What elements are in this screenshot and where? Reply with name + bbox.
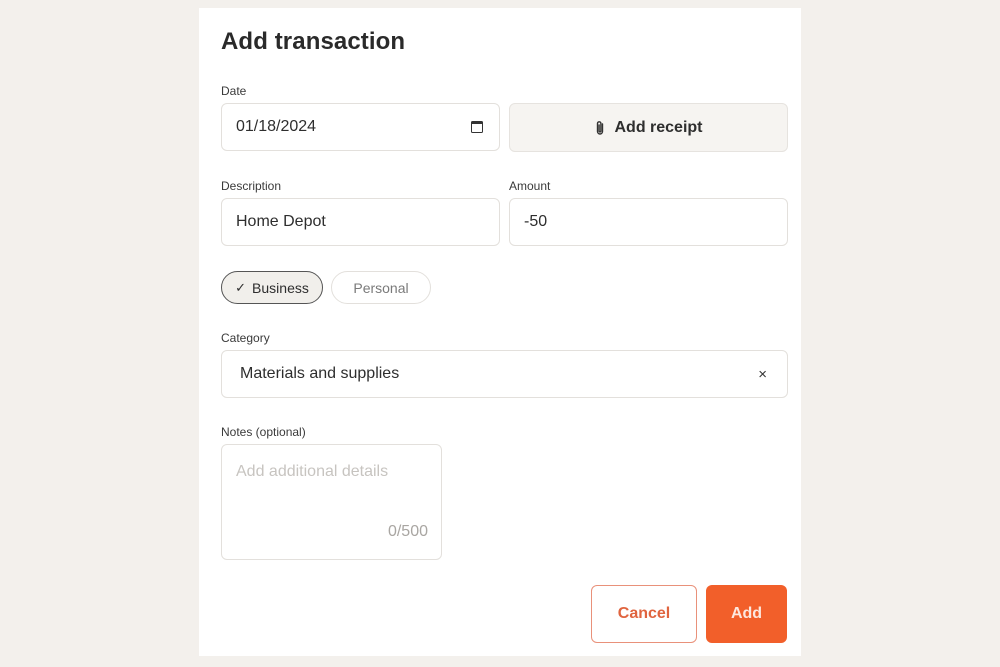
add-transaction-dialog: Add transaction Date 01/18/2024 Add rece… bbox=[199, 8, 801, 656]
notes-char-counter: 0/500 bbox=[387, 523, 428, 540]
date-value: 01/18/2024 bbox=[236, 118, 317, 135]
add-button[interactable]: Add bbox=[706, 585, 787, 643]
notes-textarea[interactable]: Add additional details 0/500 bbox=[221, 444, 442, 560]
date-label: Date bbox=[221, 84, 247, 98]
personal-chip-label: Personal bbox=[353, 279, 409, 296]
amount-value: -50 bbox=[524, 213, 548, 230]
category-select[interactable]: Materials and supplies × bbox=[221, 350, 788, 398]
description-input[interactable]: Home Depot bbox=[221, 198, 500, 246]
notes-label: Notes (optional) bbox=[221, 425, 306, 439]
description-value: Home Depot bbox=[236, 213, 326, 230]
category-label: Category bbox=[221, 331, 270, 345]
business-chip[interactable]: ✓ Business bbox=[221, 271, 323, 304]
business-chip-label: Business bbox=[252, 279, 309, 296]
amount-label: Amount bbox=[509, 179, 551, 193]
check-icon: ✓ bbox=[235, 279, 247, 295]
cancel-button[interactable]: Cancel bbox=[591, 585, 697, 643]
date-input[interactable]: 01/18/2024 bbox=[221, 103, 500, 151]
category-value: Materials and supplies bbox=[240, 365, 400, 382]
amount-input[interactable]: -50 bbox=[509, 198, 788, 246]
paperclip-icon bbox=[597, 120, 604, 135]
dialog-title: Add transaction bbox=[221, 28, 406, 55]
personal-chip[interactable]: Personal bbox=[331, 271, 431, 304]
add-receipt-label: Add receipt bbox=[614, 118, 703, 136]
clear-icon[interactable]: × bbox=[758, 366, 767, 383]
calendar-icon[interactable] bbox=[471, 121, 483, 133]
notes-placeholder: Add additional details bbox=[236, 463, 389, 480]
add-receipt-button[interactable]: Add receipt bbox=[509, 103, 788, 152]
description-label: Description bbox=[221, 179, 282, 193]
